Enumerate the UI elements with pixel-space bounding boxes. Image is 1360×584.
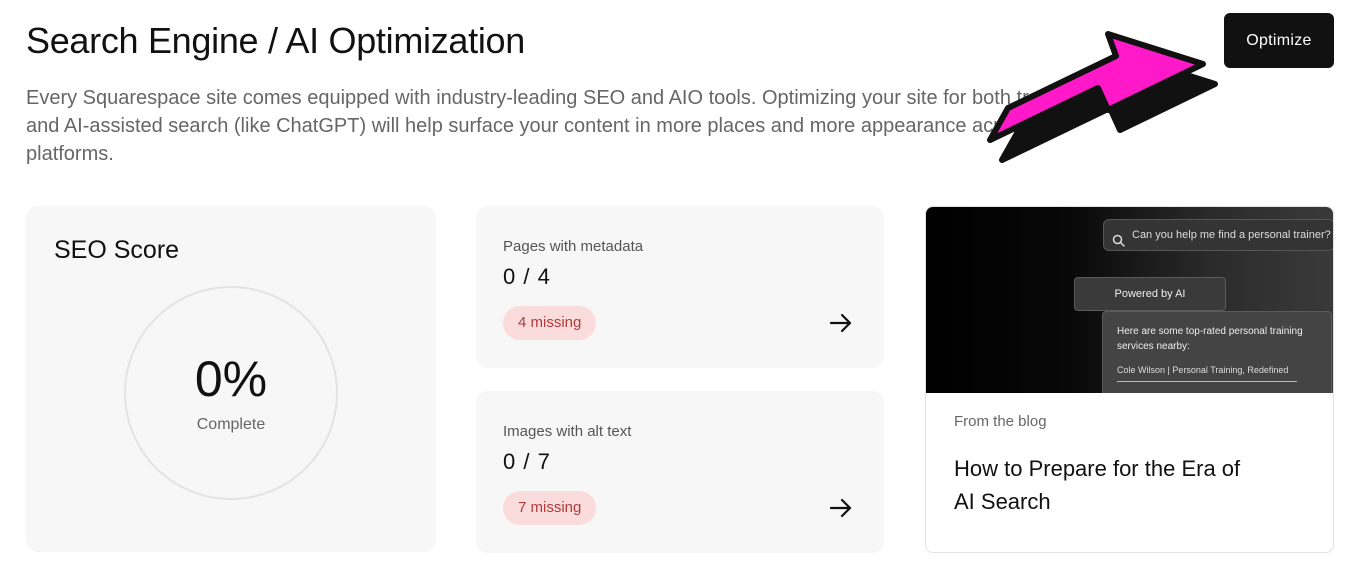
metadata-missing-badge: 4 missing — [503, 306, 597, 340]
ai-query-text: Can you help me find a personal trainer? — [1132, 229, 1331, 241]
blog-title-link[interactable]: How to Prepare for the Era of AI Search — [954, 452, 1254, 518]
seo-score-card: SEO Score 0% Complete — [26, 206, 436, 552]
score-label: Complete — [196, 416, 266, 433]
ai-answer-result: Cole Wilson | Personal Training, Redefin… — [1117, 365, 1297, 382]
arrow-right-icon[interactable] — [828, 310, 854, 336]
powered-by-ai-label: Powered by AI — [1074, 277, 1226, 311]
arrow-right-icon[interactable] — [828, 495, 854, 521]
metadata-count: 0 / 4 — [503, 264, 551, 289]
metadata-card[interactable]: Pages with metadata 0 / 4 4 missing — [476, 206, 884, 368]
alt-text-card[interactable]: Images with alt text 0 / 7 7 missing — [476, 391, 884, 553]
alt-text-missing-badge: 7 missing — [503, 491, 597, 525]
ai-answer-text: Here are some top-rated personal trainin… — [1117, 326, 1303, 352]
intro-text: Every Squarespace site comes equipped wi… — [26, 87, 1104, 165]
seo-score-title: SEO Score — [54, 236, 180, 264]
metadata-label: Pages with metadata — [503, 238, 644, 255]
blog-card[interactable]: Can you help me find a personal trainer?… — [925, 206, 1334, 553]
score-value: 0% — [194, 351, 268, 407]
search-icon — [1112, 229, 1125, 259]
alt-text-label: Images with alt text — [503, 423, 632, 440]
page-title: Search Engine / AI Optimization — [26, 20, 525, 61]
ai-answer-panel: Here are some top-rated personal trainin… — [1102, 311, 1332, 393]
blog-eyebrow: From the blog — [954, 413, 1047, 430]
score-ring: 0% Complete — [124, 286, 338, 500]
optimize-button[interactable]: Optimize — [1224, 13, 1334, 68]
ai-query-bubble: Can you help me find a personal trainer? — [1103, 219, 1333, 251]
alt-text-count: 0 / 7 — [503, 449, 551, 474]
blog-illustration: Can you help me find a personal trainer?… — [926, 207, 1333, 393]
